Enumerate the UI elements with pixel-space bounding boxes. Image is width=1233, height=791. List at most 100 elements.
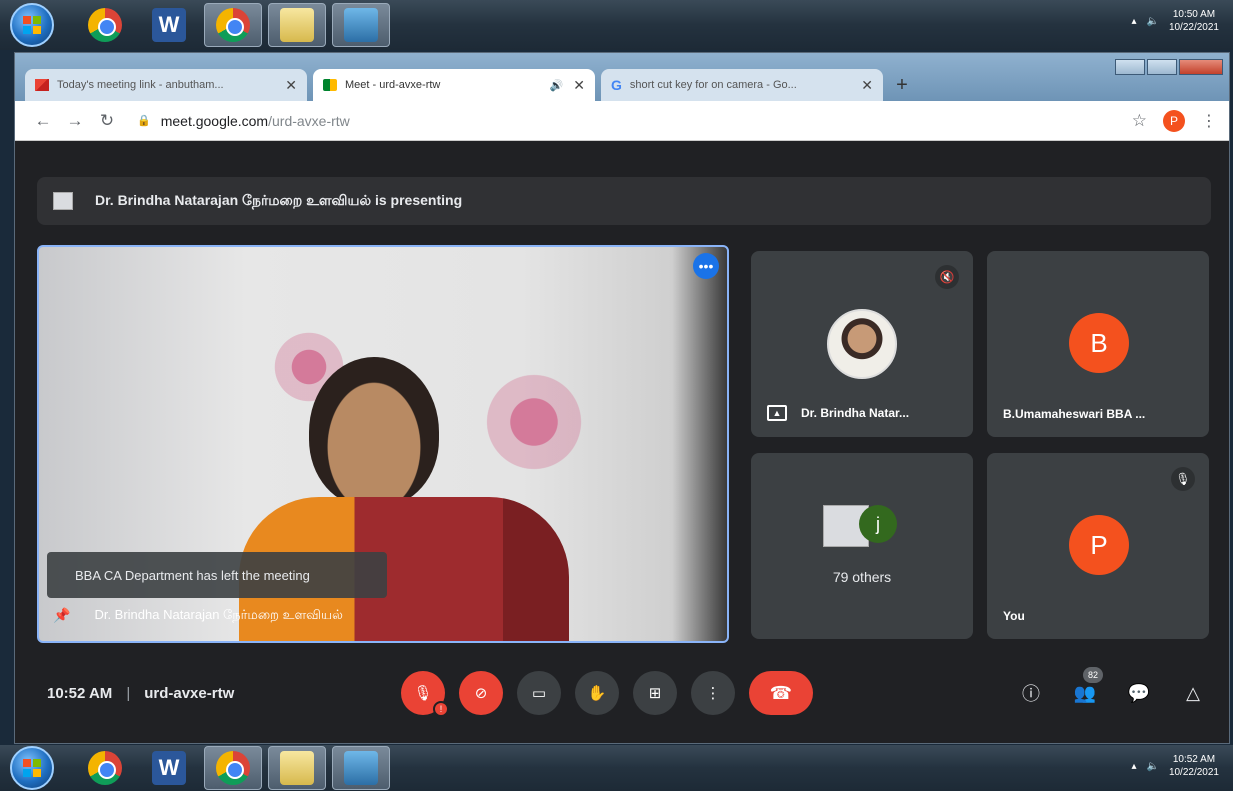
audio-playing-icon[interactable]: 🔊 bbox=[550, 79, 564, 92]
meeting-details: 10:52 AM | urd-avxe-rtw bbox=[47, 685, 234, 702]
close-window-button[interactable] bbox=[1179, 59, 1223, 75]
chat-button[interactable]: 💬 bbox=[1123, 677, 1155, 709]
tray-arrow-icon[interactable]: ▴ bbox=[1131, 761, 1136, 772]
taskbar-app-explorer[interactable] bbox=[268, 3, 326, 47]
tile-umamaheswari[interactable]: B B.Umamaheswari BBA ... bbox=[987, 251, 1209, 437]
leave-call-button[interactable]: ☎ bbox=[749, 671, 813, 715]
tab-google-search[interactable]: G short cut key for on camera - Go... ✕ bbox=[601, 69, 883, 101]
meet-icon bbox=[323, 79, 337, 91]
meeting-code: urd-avxe-rtw bbox=[144, 684, 235, 702]
taskbar-app-chrome-active[interactable] bbox=[204, 746, 262, 790]
taskbar-app-chrome[interactable] bbox=[76, 746, 134, 790]
url-domain: meet.google.com bbox=[160, 112, 269, 129]
activities-icon: △ bbox=[1186, 682, 1200, 703]
taskbar-app-chrome-active[interactable] bbox=[204, 3, 262, 47]
profile-avatar[interactable]: P bbox=[1163, 109, 1185, 132]
system-clock[interactable]: 10:50 AM 10/22/2021 bbox=[1169, 8, 1219, 34]
chrome-icon bbox=[216, 751, 250, 785]
participant-video-head bbox=[309, 357, 439, 507]
captions-button[interactable]: ▭ bbox=[517, 671, 561, 715]
taskbar-app-word[interactable]: W bbox=[140, 746, 198, 790]
window-controls bbox=[1113, 59, 1223, 75]
presenting-banner[interactable]: Dr. Brindha Natarajan நேர்மறை உளவியல் is… bbox=[37, 177, 1211, 225]
back-icon[interactable]: ← bbox=[27, 111, 59, 131]
avatar: B bbox=[1069, 313, 1129, 373]
taskbar-app-word[interactable]: W bbox=[140, 3, 198, 47]
mic-muted-icon: 🔇 bbox=[935, 265, 959, 289]
tray-arrow-icon[interactable]: ▴ bbox=[1131, 16, 1136, 27]
gmail-icon bbox=[35, 79, 49, 91]
bookmark-star-icon[interactable]: ☆ bbox=[1132, 111, 1147, 131]
presenter-thumbnail bbox=[53, 192, 73, 210]
clock-time: 10:50 AM bbox=[1172, 9, 1216, 20]
wall-decoration bbox=[479, 367, 589, 477]
taskbar-app-network[interactable] bbox=[332, 3, 390, 47]
lock-icon[interactable]: 🔒 bbox=[137, 114, 151, 127]
meeting-details-button[interactable]: ⓘ bbox=[1015, 677, 1047, 709]
main-video-tile[interactable]: ••• BBA CA Department has left the meeti… bbox=[37, 245, 729, 643]
tile-name: B.Umamaheswari BBA ... bbox=[1003, 407, 1146, 421]
url-path: /urd-avxe-rtw bbox=[268, 112, 350, 129]
maximize-button[interactable] bbox=[1147, 59, 1177, 75]
presenting-icon: ▲ bbox=[767, 405, 787, 421]
tile-you[interactable]: 🎙 P You bbox=[987, 453, 1209, 639]
people-icon: 👥 bbox=[1073, 682, 1097, 703]
meet-stage: Dr. Brindha Natarajan நேர்மறை உளவியல் is… bbox=[15, 141, 1229, 743]
meeting-controls-bar: 10:52 AM | urd-avxe-rtw 🎙 ! ⊘ ▭ ✋ ⊞ ⋮ ☎ … bbox=[15, 653, 1229, 733]
google-icon: G bbox=[611, 77, 622, 93]
mic-toggle-button[interactable]: 🎙 ! bbox=[401, 671, 449, 717]
new-tab-button[interactable]: + bbox=[889, 72, 915, 98]
captions-icon: ▭ bbox=[531, 685, 547, 702]
tab-close-icon[interactable]: ✕ bbox=[861, 77, 873, 94]
folder-icon bbox=[280, 751, 314, 785]
tile-name: ▲ Dr. Brindha Natar... bbox=[767, 405, 909, 421]
avatar: j bbox=[859, 505, 897, 543]
tile-others[interactable]: j 79 others bbox=[751, 453, 973, 639]
browser-window: Today's meeting link - anbutham... ✕ Mee… bbox=[14, 52, 1230, 744]
clock-time: 10:52 AM bbox=[1172, 754, 1216, 765]
tab-gmail[interactable]: Today's meeting link - anbutham... ✕ bbox=[25, 69, 307, 101]
chrome-icon bbox=[88, 8, 122, 42]
windows-start-icon[interactable] bbox=[10, 3, 54, 47]
main-participant-label: Dr. Brindha Natarajan நேர்மறை உளவியல் bbox=[94, 607, 343, 622]
call-controls: 🎙 ! ⊘ ▭ ✋ ⊞ ⋮ ☎ bbox=[401, 671, 827, 717]
tab-close-icon[interactable]: ✕ bbox=[285, 77, 297, 94]
forward-icon[interactable]: → bbox=[59, 111, 91, 131]
pin-icon[interactable]: 📌 bbox=[53, 607, 70, 624]
activities-button[interactable]: △ bbox=[1177, 677, 1209, 709]
minimize-button[interactable] bbox=[1115, 59, 1145, 75]
network-icon bbox=[344, 8, 378, 42]
taskbar-app-network[interactable] bbox=[332, 746, 390, 790]
folder-icon bbox=[280, 8, 314, 42]
clock-date: 10/22/2021 bbox=[1168, 22, 1219, 33]
others-count: 79 others bbox=[832, 569, 892, 585]
main-participant-name: 📌 Dr. Brindha Natarajan நேர்மறை உளவியல் bbox=[53, 607, 343, 624]
network-icon bbox=[344, 751, 378, 785]
taskbar-app-chrome[interactable] bbox=[76, 3, 134, 47]
tile-name: You bbox=[1003, 609, 1025, 623]
present-icon: ⊞ bbox=[648, 685, 662, 702]
tile-presenter[interactable]: 🔇 ▲ Dr. Brindha Natar... bbox=[751, 251, 973, 437]
volume-icon[interactable]: 🔈 bbox=[1146, 761, 1158, 772]
reload-icon[interactable]: ↻ bbox=[91, 111, 123, 131]
system-clock[interactable]: 10:52 AM 10/22/2021 bbox=[1169, 753, 1219, 779]
chrome-icon bbox=[88, 751, 122, 785]
more-options-icon[interactable]: ••• bbox=[693, 253, 719, 279]
people-button[interactable]: 👥 82 bbox=[1069, 667, 1103, 709]
more-options-button[interactable]: ⋮ bbox=[691, 671, 735, 715]
tab-title: Today's meeting link - anbutham... bbox=[57, 79, 224, 91]
camera-toggle-button[interactable]: ⊘ bbox=[459, 671, 503, 715]
camera-off-icon: ⊘ bbox=[474, 685, 488, 702]
volume-icon[interactable]: 🔈 bbox=[1146, 16, 1158, 27]
tab-meet[interactable]: Meet - urd-avxe-rtw 🔊 ✕ bbox=[313, 69, 595, 101]
tab-close-icon[interactable]: ✕ bbox=[573, 77, 585, 94]
raise-hand-button[interactable]: ✋ bbox=[575, 671, 619, 715]
present-now-button[interactable]: ⊞ bbox=[633, 671, 677, 715]
url-input[interactable]: 🔒 meet.google.com /urd-avxe-rtw bbox=[123, 107, 1132, 135]
tab-strip: Today's meeting link - anbutham... ✕ Mee… bbox=[25, 69, 915, 101]
windows-start-icon[interactable] bbox=[10, 746, 54, 790]
phone-hangup-icon: ☎ bbox=[769, 682, 793, 703]
browser-menu-icon[interactable]: ⋮ bbox=[1201, 111, 1217, 131]
taskbar-app-explorer[interactable] bbox=[268, 746, 326, 790]
taskbar-bottom: W ▴ 🔈 10:52 AM 10/22/2021 bbox=[0, 745, 1233, 791]
